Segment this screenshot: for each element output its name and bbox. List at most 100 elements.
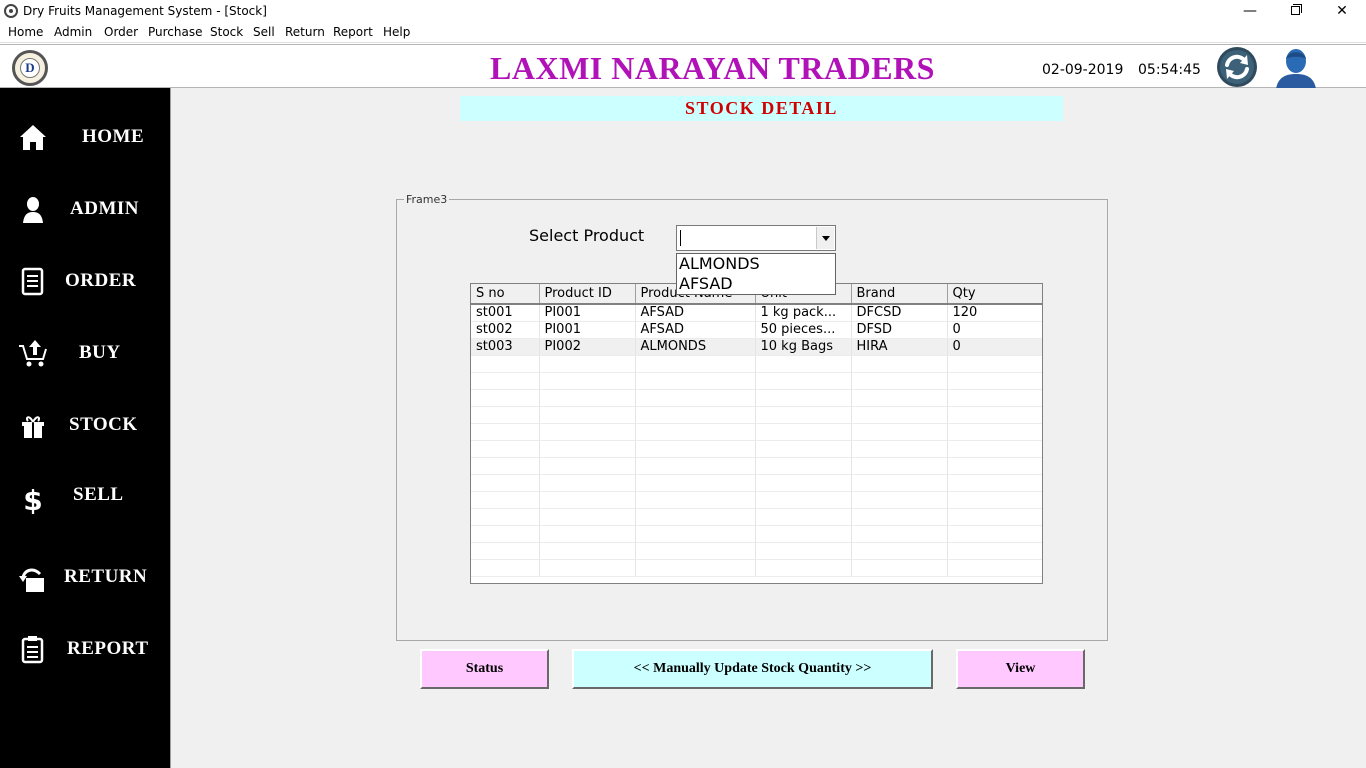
table-cell: PI001 <box>539 321 636 339</box>
sidebar-item-sell[interactable]: $ SELL <box>0 474 170 524</box>
empty-table-cell <box>471 423 540 441</box>
empty-table-cell <box>635 559 756 577</box>
sidebar-item-report[interactable]: REPORT <box>0 624 170 674</box>
table-cell: 50 pieces... <box>755 321 852 339</box>
empty-table-cell <box>755 491 852 509</box>
empty-table-row <box>471 355 1042 373</box>
sidebar-item-admin[interactable]: ADMIN <box>0 184 170 234</box>
title-bar: Dry Fruits Management System - [Stock] —… <box>0 0 1366 23</box>
table-cell: HIRA <box>851 338 948 356</box>
menu-bar: Home Admin Order Purchase Stock Sell Ret… <box>0 23 1366 43</box>
empty-table-cell <box>471 406 540 424</box>
sidebar-label-order: ORDER <box>65 270 137 291</box>
empty-table-cell <box>947 474 1042 492</box>
sidebar-label-buy: BUY <box>79 342 121 363</box>
refresh-icon[interactable] <box>1216 46 1258 88</box>
menu-home[interactable]: Home <box>8 25 43 39</box>
empty-table-cell <box>755 457 852 475</box>
main-panel: STOCK DETAIL Frame3 Select Product ALMON… <box>170 88 1366 768</box>
empty-table-cell <box>851 372 948 390</box>
empty-table-cell <box>851 457 948 475</box>
sidebar-item-stock[interactable]: STOCK <box>0 400 170 450</box>
empty-table-cell <box>851 389 948 407</box>
empty-table-cell <box>947 406 1042 424</box>
empty-table-cell <box>851 491 948 509</box>
sidebar-item-return[interactable]: RETURN <box>0 554 170 604</box>
table-cell: DFCSD <box>851 304 948 322</box>
return-icon <box>19 568 44 592</box>
dropdown-option[interactable]: ALMONDS <box>677 254 835 274</box>
table-cell: 1 kg pack... <box>755 304 852 322</box>
user-avatar-icon[interactable] <box>1272 47 1320 89</box>
empty-table-cell <box>539 372 636 390</box>
empty-table-row <box>471 525 1042 543</box>
sidebar-item-home[interactable]: HOME <box>0 112 170 162</box>
empty-table-cell <box>471 355 540 373</box>
close-button[interactable]: ✕ <box>1319 0 1365 23</box>
view-button[interactable]: View <box>956 649 1085 689</box>
table-cell: AFSAD <box>635 321 756 339</box>
empty-rows <box>471 355 1042 577</box>
empty-table-cell <box>635 355 756 373</box>
empty-table-cell <box>755 372 852 390</box>
order-icon <box>21 267 44 296</box>
empty-table-cell <box>947 508 1042 526</box>
report-icon <box>21 636 44 664</box>
header-date: 02-09-2019 <box>1042 62 1124 78</box>
sidebar-item-buy[interactable]: BUY <box>0 328 170 378</box>
empty-table-row <box>471 406 1042 424</box>
stock-table[interactable]: S no Product ID Product Name Unit Brand … <box>470 283 1043 584</box>
menu-stock[interactable]: Stock <box>210 25 243 39</box>
menu-help[interactable]: Help <box>383 25 410 39</box>
app-icon <box>4 4 18 18</box>
column-header[interactable]: S no <box>471 284 540 305</box>
column-header[interactable]: Brand <box>851 284 948 305</box>
empty-table-cell <box>635 372 756 390</box>
minimize-button[interactable]: — <box>1227 0 1273 23</box>
sidebar: HOME ADMIN ORDER BUY STOCK $ SELL RETURN… <box>0 88 170 768</box>
empty-table-cell <box>755 525 852 543</box>
chevron-down-icon[interactable] <box>816 227 834 249</box>
empty-table-cell <box>947 440 1042 458</box>
empty-table-row <box>471 423 1042 441</box>
empty-table-cell <box>471 440 540 458</box>
column-header[interactable]: Qty <box>947 284 1042 305</box>
menu-sell[interactable]: Sell <box>253 25 275 39</box>
stock-frame: Frame3 Select Product ALMONDS AFSAD S no… <box>396 193 1108 641</box>
table-row[interactable]: st002 PI001 AFSAD 50 pieces... DFSD 0 <box>471 321 1042 339</box>
table-cell: PI002 <box>539 338 636 356</box>
update-stock-button[interactable]: << Manually Update Stock Quantity >> <box>572 649 933 689</box>
menu-order[interactable]: Order <box>104 25 138 39</box>
svg-text:$: $ <box>23 484 42 514</box>
empty-table-cell <box>851 508 948 526</box>
menu-admin[interactable]: Admin <box>54 25 92 39</box>
empty-table-cell <box>471 491 540 509</box>
stock-icon <box>22 416 44 438</box>
dollar-icon: $ <box>23 484 42 514</box>
sidebar-item-order[interactable]: ORDER <box>0 256 170 306</box>
empty-table-cell <box>755 355 852 373</box>
menu-purchase[interactable]: Purchase <box>148 25 203 39</box>
empty-table-cell <box>755 542 852 560</box>
empty-table-cell <box>947 389 1042 407</box>
empty-table-cell <box>947 542 1042 560</box>
company-name: LAXMI NARAYAN TRADERS <box>490 50 935 86</box>
product-dropdown-list: ALMONDS AFSAD <box>676 253 836 295</box>
table-row[interactable]: st003 PI002 ALMONDS 10 kg Bags HIRA 0 <box>471 338 1042 356</box>
column-header[interactable]: Product ID <box>539 284 636 305</box>
menu-report[interactable]: Report <box>333 25 373 39</box>
table-row[interactable]: st001 PI001 AFSAD 1 kg pack... DFCSD 120 <box>471 304 1042 322</box>
text-caret <box>680 230 681 246</box>
table-cell: ALMONDS <box>635 338 756 356</box>
sidebar-label-sell: SELL <box>73 484 124 505</box>
empty-table-cell <box>755 474 852 492</box>
empty-table-cell <box>635 525 756 543</box>
menu-return[interactable]: Return <box>285 25 325 39</box>
logo-letter: D <box>20 58 40 78</box>
dropdown-option[interactable]: AFSAD <box>677 274 835 294</box>
maximize-button[interactable] <box>1273 0 1319 23</box>
table-cell: PI001 <box>539 304 636 322</box>
empty-table-row <box>471 440 1042 458</box>
status-button[interactable]: Status <box>420 649 549 689</box>
product-select[interactable] <box>676 225 836 251</box>
